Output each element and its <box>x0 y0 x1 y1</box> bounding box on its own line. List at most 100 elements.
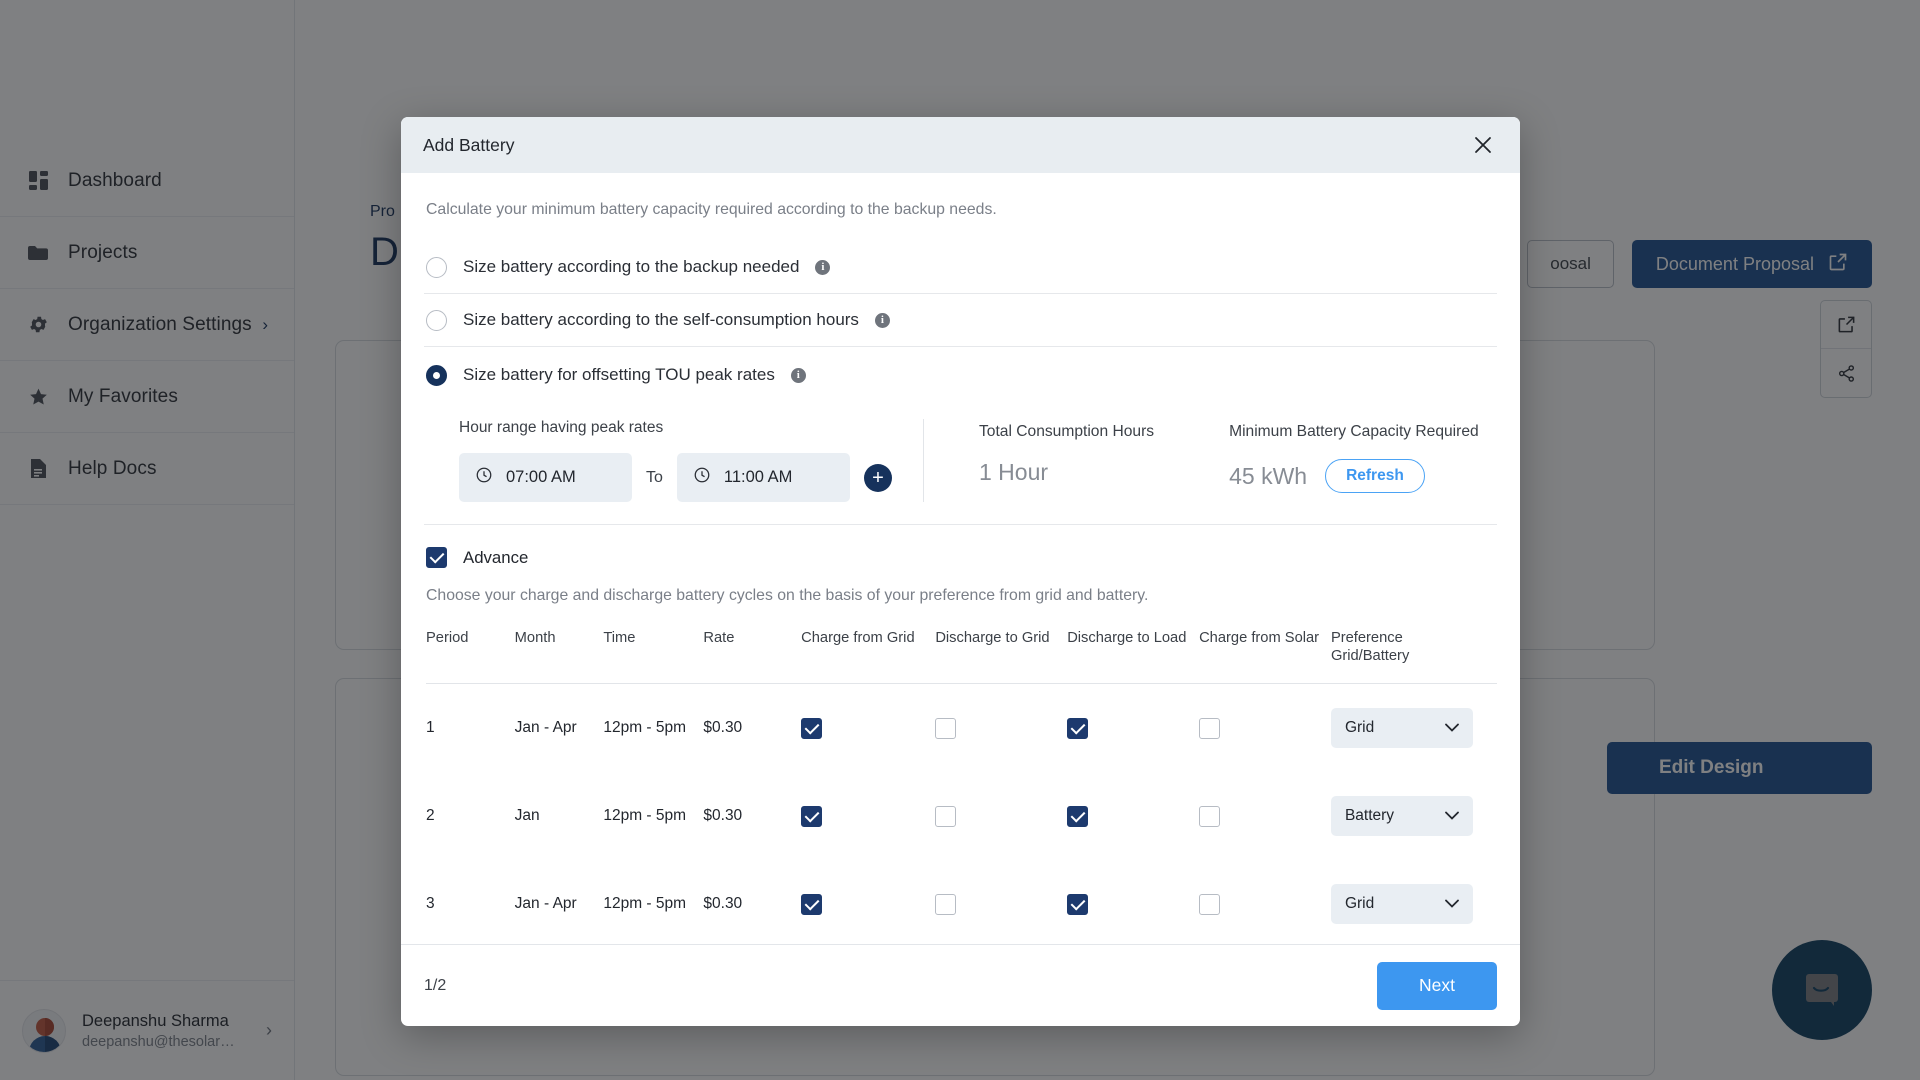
cell-discharge-to-load <box>1067 772 1199 860</box>
table-body: 1 Jan - Apr 12pm - 5pm $0.30 Grid 2 Jan … <box>426 684 1497 945</box>
cell-discharge-to-load <box>1067 684 1199 773</box>
chevron-down-icon <box>1445 719 1459 737</box>
cell-preference: Grid <box>1330 860 1497 944</box>
cell-time: 12pm - 5pm <box>603 719 687 736</box>
close-icon[interactable] <box>1468 130 1498 160</box>
cell-charge-from-solar <box>1199 684 1331 773</box>
from-time-value: 07:00 AM <box>506 468 576 486</box>
tou-summary-section: Total Consumption Hours 1 Hour Minimum B… <box>924 419 1497 502</box>
cell-preference: Battery <box>1330 772 1497 860</box>
info-icon[interactable]: i <box>815 259 831 275</box>
total-consumption-hours-stat: Total Consumption Hours 1 Hour <box>979 423 1154 502</box>
discharge-to-load-checkbox[interactable] <box>1067 717 1089 739</box>
preference-select[interactable]: Battery <box>1330 796 1473 836</box>
cell-discharge-to-grid <box>935 772 1067 860</box>
cell-charge-from-solar <box>1199 860 1331 944</box>
total-consumption-hours-value: 1 Hour <box>979 459 1049 485</box>
capacity-value-row: 45 kWh Refresh <box>1229 459 1479 493</box>
tou-inputs: 07:00 AM To 11:00 AM + <box>459 453 897 502</box>
tou-panel: Hour range having peak rates 07:00 AM To <box>424 403 1497 525</box>
preference-header-line2: Grid/Battery <box>1330 648 1410 664</box>
option-label: Size battery according to the backup nee… <box>463 257 800 276</box>
table-row: 2 Jan 12pm - 5pm $0.30 Battery <box>426 772 1497 860</box>
radio-icon[interactable] <box>426 309 447 331</box>
radio-icon[interactable] <box>426 364 447 386</box>
hour-range-label: Hour range having peak rates <box>459 419 664 436</box>
cell-time: 12pm - 5pm <box>603 807 687 824</box>
clock-icon <box>475 466 493 489</box>
column-header-discharge-to-grid: Discharge to Grid <box>935 630 1050 646</box>
column-header-month: Month <box>514 630 556 646</box>
cell-charge-from-grid <box>801 860 935 944</box>
advance-description: Choose your charge and discharge battery… <box>426 587 1149 604</box>
charge-from-grid-checkbox[interactable] <box>801 893 823 915</box>
preference-value: Grid <box>1344 719 1375 736</box>
next-button[interactable]: Next <box>1377 961 1497 1010</box>
column-header-charge-from-solar: Charge from Solar <box>1199 630 1320 646</box>
option-self-consumption-hours[interactable]: Size battery according to the self-consu… <box>424 294 1497 347</box>
info-icon[interactable]: i <box>790 367 806 383</box>
discharge-to-grid-checkbox[interactable] <box>935 805 957 827</box>
option-tou-peak-rates[interactable]: Size battery for offsetting TOU peak rat… <box>424 347 1497 403</box>
app-root: Dashboard Projects Organization Settings… <box>0 0 1920 1080</box>
chevron-down-icon <box>1445 807 1459 825</box>
cell-charge-from-grid <box>801 684 935 773</box>
cell-month: Jan - Apr <box>514 895 577 912</box>
to-time-input[interactable]: 11:00 AM <box>676 453 850 502</box>
cell-time: 12pm - 5pm <box>603 895 687 912</box>
discharge-to-load-checkbox[interactable] <box>1067 893 1089 915</box>
discharge-to-grid-checkbox[interactable] <box>935 717 957 739</box>
charge-from-solar-checkbox[interactable] <box>1199 717 1221 739</box>
add-hour-range-button[interactable]: + <box>863 463 892 492</box>
cell-rate: $0.30 <box>703 807 743 824</box>
option-label: Size battery according to the self-consu… <box>463 310 859 329</box>
charge-from-solar-checkbox[interactable] <box>1199 893 1221 915</box>
advance-checkbox[interactable] <box>426 547 447 568</box>
cell-charge-from-grid <box>801 772 935 860</box>
advance-label: Advance <box>463 547 529 567</box>
from-time-input[interactable]: 07:00 AM <box>459 453 632 502</box>
column-header-preference: Preference Grid/Battery <box>1331 629 1497 684</box>
minimum-battery-capacity-label: Minimum Battery Capacity Required <box>1229 423 1479 440</box>
charge-from-solar-checkbox[interactable] <box>1199 805 1221 827</box>
cell-discharge-to-grid <box>935 860 1067 944</box>
to-time-value: 11:00 AM <box>723 468 793 486</box>
total-consumption-hours-label: Total Consumption Hours <box>979 423 1155 440</box>
modal-footer: 1/2 Next <box>401 944 1520 1026</box>
clock-icon <box>693 466 711 489</box>
preference-select[interactable]: Grid <box>1330 708 1473 748</box>
cell-month: Jan <box>514 807 540 824</box>
discharge-to-grid-checkbox[interactable] <box>935 893 957 915</box>
preference-value: Grid <box>1344 895 1375 912</box>
modal-subtitle: Calculate your minimum battery capacity … <box>426 201 997 218</box>
minimum-battery-capacity-stat: Minimum Battery Capacity Required 45 kWh… <box>1229 423 1479 502</box>
cell-preference: Grid <box>1330 684 1497 773</box>
radio-icon[interactable] <box>426 256 447 278</box>
info-icon[interactable]: i <box>874 312 890 328</box>
column-header-time: Time <box>603 630 636 646</box>
preference-select[interactable]: Grid <box>1330 884 1473 924</box>
charge-from-grid-checkbox[interactable] <box>801 717 823 739</box>
column-header-charge-from-grid: Charge from Grid <box>801 630 915 646</box>
cell-charge-from-solar <box>1199 772 1331 860</box>
preference-header-line1: Preference <box>1330 630 1403 646</box>
battery-cycles-table: Period Month Time Rate Charge from Grid … <box>426 629 1497 944</box>
discharge-to-load-checkbox[interactable] <box>1067 805 1089 827</box>
refresh-button[interactable]: Refresh <box>1325 459 1425 493</box>
modal-body: Calculate your minimum battery capacity … <box>401 173 1520 944</box>
option-backup-needed[interactable]: Size battery according to the backup nee… <box>424 241 1497 294</box>
table-header: Period Month Time Rate Charge from Grid … <box>426 629 1497 684</box>
charge-from-grid-checkbox[interactable] <box>801 805 823 827</box>
cell-period: 2 <box>426 807 435 824</box>
chevron-down-icon <box>1445 895 1459 913</box>
page-indicator: 1/2 <box>424 976 447 994</box>
cell-discharge-to-grid <box>935 684 1067 773</box>
table-row: 3 Jan - Apr 12pm - 5pm $0.30 Grid <box>426 860 1497 944</box>
column-header-period: Period <box>426 630 469 646</box>
preference-value: Battery <box>1344 807 1395 824</box>
to-separator-label: To <box>646 468 663 486</box>
advance-checkbox-row[interactable]: Advance <box>426 547 1497 568</box>
column-header-rate: Rate <box>703 630 735 646</box>
tou-hour-range-section: Hour range having peak rates 07:00 AM To <box>459 419 924 502</box>
column-header-discharge-to-load: Discharge to Load <box>1067 630 1187 646</box>
